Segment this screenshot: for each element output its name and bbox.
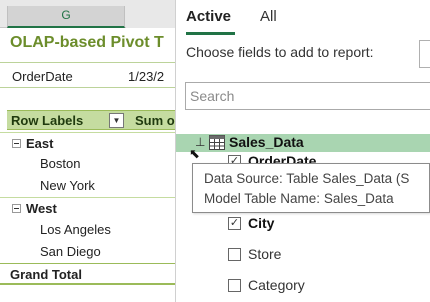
field-label: Store <box>248 246 282 262</box>
tab-all[interactable]: All <box>260 8 277 25</box>
table-node-sales-data[interactable]: ⊥ Sales_Data <box>176 134 430 152</box>
city-row[interactable]: Los Angeles <box>0 219 175 241</box>
city-row[interactable]: Boston <box>0 153 175 175</box>
pivot-title[interactable]: OLAP-based Pivot T <box>10 34 164 52</box>
city-label: Boston <box>40 156 81 171</box>
grand-total-row[interactable]: Grand Total <box>0 263 175 285</box>
choose-fields-label: Choose fields to add to report: <box>186 44 374 60</box>
group-label: East <box>26 136 54 151</box>
sum-of-header[interactable]: Sum o <box>135 113 175 128</box>
collapse-toggle-icon[interactable] <box>12 139 21 148</box>
city-row[interactable]: New York <box>0 175 175 197</box>
field-checkbox[interactable] <box>228 279 241 292</box>
grand-total-label: Grand Total <box>10 267 82 282</box>
filter-field-value[interactable]: 1/23/2 <box>128 69 164 84</box>
row-labels-filter-dropdown[interactable]: ▼ <box>109 113 124 128</box>
city-label: San Diego <box>40 244 101 259</box>
collapse-toggle-icon[interactable] <box>12 204 21 213</box>
field-search-input[interactable] <box>185 82 430 110</box>
tooltip-line-model-table: Model Table Name: Sales_Data <box>204 191 394 206</box>
column-header-next[interactable] <box>126 6 175 28</box>
city-row[interactable]: San Diego <box>0 241 175 263</box>
report-filter-row: OrderDate 1/23/2 <box>0 62 175 88</box>
mouse-pointer-icon: ⬉ <box>189 146 200 161</box>
city-label: Los Angeles <box>40 222 111 237</box>
column-header-g[interactable]: G <box>7 6 125 28</box>
tab-active[interactable]: Active <box>186 8 231 25</box>
tools-settings-button[interactable] <box>419 40 430 68</box>
column-header-bar: G <box>0 0 175 28</box>
table-name: Sales_Data <box>229 134 304 150</box>
field-checkbox[interactable] <box>228 248 241 261</box>
pivot-fields-pane: Active All Choose fields to add to repor… <box>175 0 430 302</box>
group-label: West <box>26 201 57 216</box>
field-label: City <box>248 215 275 231</box>
table-icon <box>209 135 225 150</box>
pivot-header-row: Row Labels ▼ Sum o <box>7 110 175 130</box>
active-tab-indicator <box>186 32 235 35</box>
group-row-east[interactable]: East <box>0 132 175 154</box>
field-checkbox[interactable]: ✓ <box>228 217 241 230</box>
filter-field-label[interactable]: OrderDate <box>12 69 73 84</box>
worksheet: G OLAP-based Pivot T OrderDate 1/23/2 Ro… <box>0 0 175 302</box>
field-label: Category <box>248 277 305 293</box>
table-tooltip: Data Source: Table Sales_Data (S Model T… <box>192 163 430 213</box>
tooltip-line-data-source: Data Source: Table Sales_Data (S <box>204 171 410 186</box>
city-label: New York <box>40 178 95 193</box>
group-row-west[interactable]: West <box>0 197 175 219</box>
row-labels-header[interactable]: Row Labels <box>11 113 83 128</box>
